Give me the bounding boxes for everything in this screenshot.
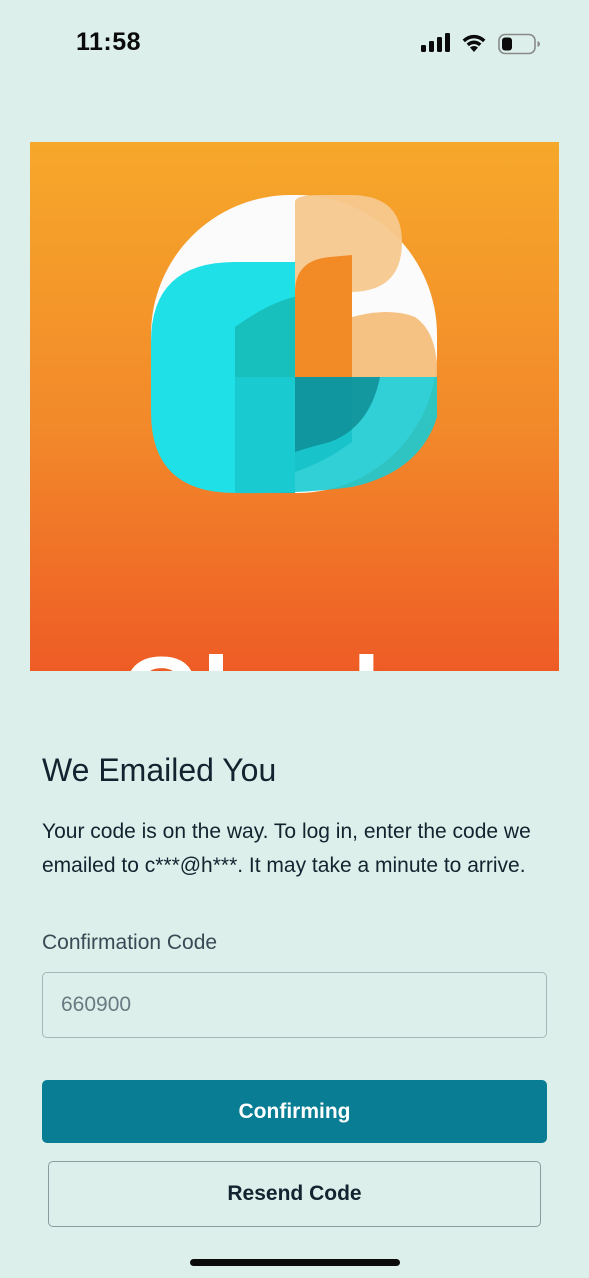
confirm-button[interactable]: Confirming — [42, 1080, 547, 1143]
app-logo: Glyphz — [30, 142, 559, 671]
brand-name: Glyphz — [30, 642, 559, 671]
confirmation-code-label: Confirmation Code — [42, 931, 218, 954]
resend-code-button[interactable]: Resend Code — [48, 1161, 541, 1227]
wifi-icon — [462, 34, 486, 52]
signal-icon — [421, 33, 450, 52]
confirmation-code-input[interactable] — [42, 972, 547, 1038]
status-time: 11:58 — [76, 28, 142, 56]
page-title: We Emailed You — [42, 752, 277, 788]
home-indicator[interactable] — [190, 1259, 400, 1266]
status-bar: 11:58 — [0, 0, 589, 90]
instructions-text: Your code is on the way. To log in, ente… — [42, 820, 531, 877]
logo-mark-icon — [151, 195, 437, 494]
battery-icon — [498, 33, 540, 55]
